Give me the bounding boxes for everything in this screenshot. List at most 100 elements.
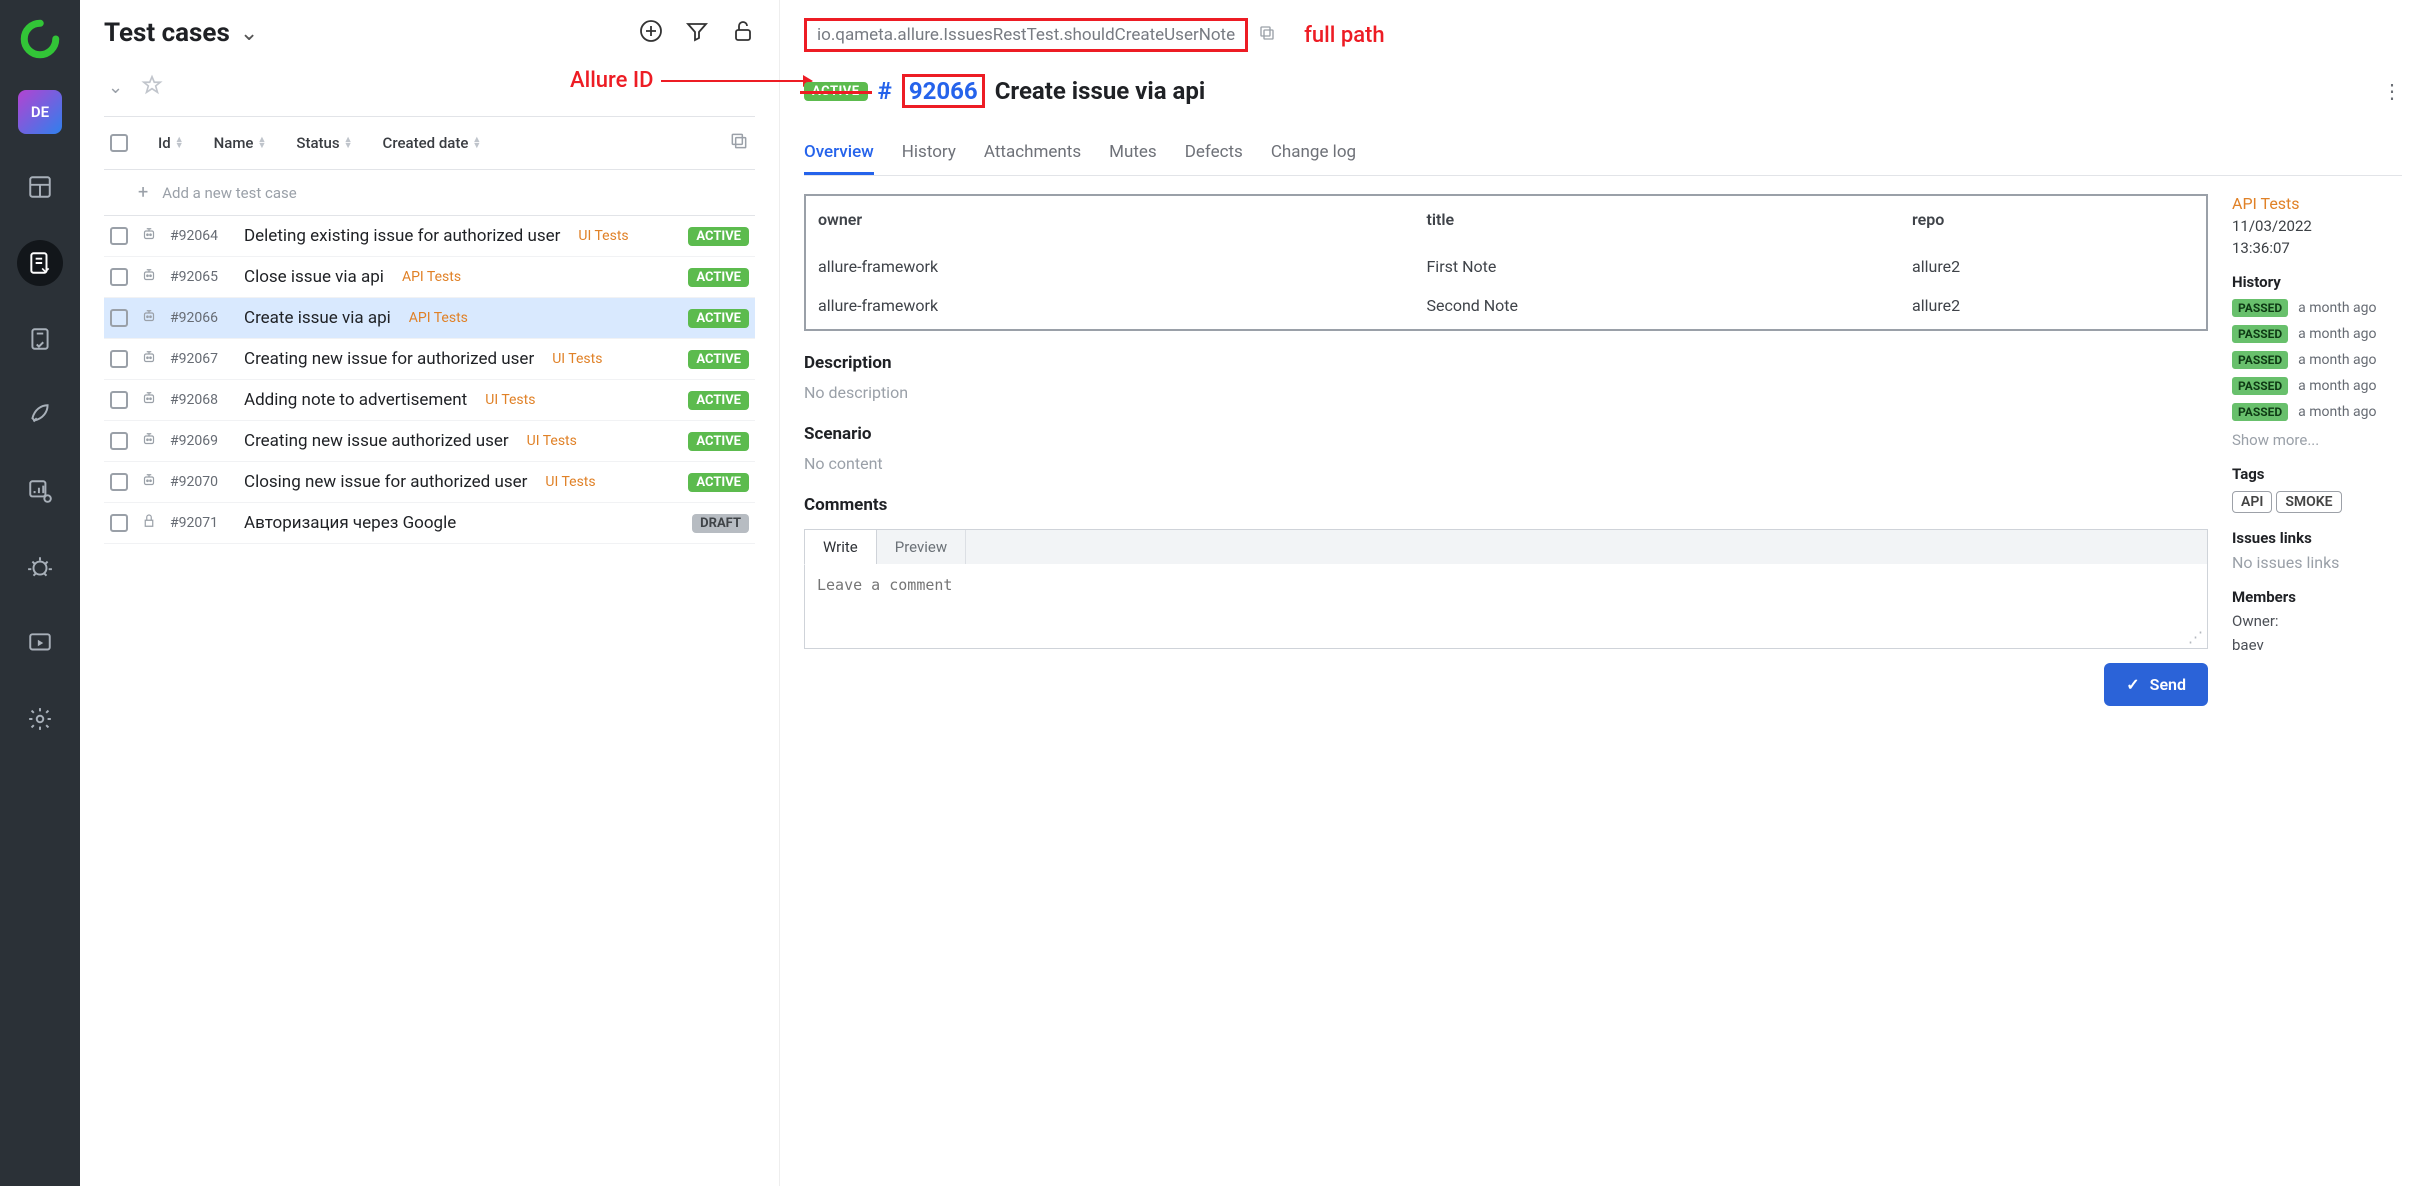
param-owner: allure-framework [805,243,1414,290]
col-status[interactable]: Status▲▼ [296,134,352,152]
resize-handle-icon[interactable]: ⋰ [805,628,2207,648]
logo[interactable] [19,18,61,60]
annotation-full-path: full path [1304,23,1384,48]
testcase-title: Create issue via api [995,77,1206,105]
jobs-icon[interactable] [17,620,63,666]
tag-chip[interactable]: SMOKE [2276,491,2341,513]
dashboard-icon[interactable] [17,164,63,210]
history-item[interactable]: PASSEDa month ago [2232,299,2402,317]
robot-icon [140,266,158,288]
history-status: PASSED [2232,377,2288,395]
add-testcase-row[interactable]: + Add a new test case [104,170,755,216]
table-row[interactable]: #92070Closing new issue for authorized u… [104,462,755,503]
parameters-table: owner title repo allure-frameworkFirst N… [804,194,2208,331]
show-more[interactable]: Show more... [2232,431,2402,449]
tab-history[interactable]: History [902,132,956,175]
comment-input[interactable] [805,564,2207,624]
row-name: Create issue via api [244,308,391,328]
comments-header: Comments [804,495,2208,515]
star-icon[interactable] [141,74,163,100]
tags-header: Tags [2232,465,2402,483]
unlock-icon[interactable] [731,19,755,47]
copy-columns-icon[interactable] [729,131,749,155]
analytics-icon[interactable] [17,468,63,514]
tag-chip[interactable]: API [2232,491,2272,513]
row-status-badge: ACTIVE [688,432,749,451]
history-time: a month ago [2298,352,2376,368]
sidebar: DE [0,0,80,1186]
table-row[interactable]: #92069Creating new issue authorized user… [104,421,755,462]
members-header: Members [2232,588,2402,606]
chevron-down-icon[interactable]: ⌄ [108,77,123,98]
row-id: #92069 [170,433,232,449]
row-id: #92068 [170,392,232,408]
table-row[interactable]: #92071Авторизация через GoogleDRAFT [104,503,755,544]
meta-suite[interactable]: API Tests [2232,194,2402,213]
avatar[interactable]: DE [18,90,62,134]
row-status-badge: ACTIVE [688,350,749,369]
row-checkbox[interactable] [110,514,128,532]
testcase-tree: Test cases ⌄ ⌄ Id▲▼ Name▲▼ Status▲▼ Crea… [80,0,780,1186]
defects-icon[interactable] [17,544,63,590]
row-status-badge: DRAFT [692,514,749,533]
meta-date: 11/03/2022 [2232,217,2402,235]
tab-defects[interactable]: Defects [1185,132,1243,175]
chevron-down-icon[interactable]: ⌄ [240,21,258,46]
row-id: #92064 [170,228,232,244]
checkbox-all[interactable] [110,134,128,152]
copy-icon[interactable] [1258,24,1276,46]
tab-overview[interactable]: Overview [804,132,874,175]
row-id: #92066 [170,310,232,326]
row-name: Adding note to advertisement [244,390,467,410]
table-row[interactable]: #92067Creating new issue for authorized … [104,339,755,380]
annotation-allure-id: Allure ID [570,68,811,93]
testcases-icon[interactable] [17,240,63,286]
status-badge: ACTIVE [804,82,868,101]
scenario-value: No content [804,454,2208,473]
check-icon: ✓ [2126,675,2139,694]
more-menu-icon[interactable]: ⋮ [2382,79,2402,103]
history-item[interactable]: PASSEDa month ago [2232,377,2402,395]
launches-icon[interactable] [17,392,63,438]
row-checkbox[interactable] [110,473,128,491]
row-id: #92067 [170,351,232,367]
row-checkbox[interactable] [110,268,128,286]
settings-icon[interactable] [17,696,63,742]
owner-value: baev [2232,636,2402,654]
comment-tab-preview[interactable]: Preview [877,530,966,564]
history-status: PASSED [2232,403,2288,421]
table-row[interactable]: #92065Close issue via apiAPI TestsACTIVE [104,257,755,298]
row-checkbox[interactable] [110,309,128,327]
testcase-id: 92066 [902,74,985,108]
plans-icon[interactable] [17,316,63,362]
table-row[interactable]: #92068Adding note to advertisementUI Tes… [104,380,755,421]
tab-change-log[interactable]: Change log [1271,132,1356,175]
param-owner: allure-framework [805,290,1414,330]
filter-icon[interactable] [685,19,709,47]
comment-tab-write[interactable]: Write [804,529,877,565]
testcase-detail: Allure ID io.qameta.allure.IssuesRestTes… [780,0,2426,1186]
add-icon[interactable] [639,19,663,47]
comment-editor: Write Preview ⋰ [804,529,2208,649]
tab-attachments[interactable]: Attachments [984,132,1081,175]
tab-mutes[interactable]: Mutes [1109,132,1157,175]
col-name[interactable]: Name▲▼ [214,134,267,152]
history-item[interactable]: PASSEDa month ago [2232,403,2402,421]
row-checkbox[interactable] [110,227,128,245]
history-item[interactable]: PASSEDa month ago [2232,351,2402,369]
row-name: Deleting existing issue for authorized u… [244,226,560,246]
row-checkbox[interactable] [110,432,128,450]
issues-header: Issues links [2232,529,2402,547]
row-suite: UI Tests [552,351,602,367]
param-repo: allure2 [1900,243,2207,290]
table-row[interactable]: #92064 Deleting existing issue for author… [104,216,755,257]
table-row[interactable]: #92066Create issue via apiAPI TestsACTIV… [104,298,755,339]
row-checkbox[interactable] [110,391,128,409]
send-button[interactable]: ✓ Send [2104,663,2208,706]
row-status-badge: ACTIVE [688,268,749,287]
col-created[interactable]: Created date▲▼ [383,134,482,152]
col-id[interactable]: Id▲▼ [158,134,184,152]
robot-icon [140,430,158,452]
history-item[interactable]: PASSEDa month ago [2232,325,2402,343]
row-checkbox[interactable] [110,350,128,368]
